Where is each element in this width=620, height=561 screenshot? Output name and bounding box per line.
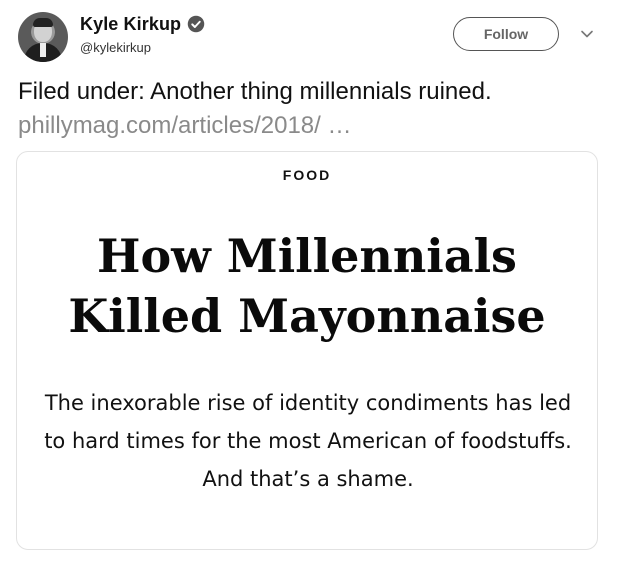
chevron-down-icon[interactable] xyxy=(580,27,594,41)
link-preview-card[interactable]: FOOD How Millennials Killed Mayonnaise T… xyxy=(16,151,598,550)
avatar-shirt xyxy=(40,43,46,57)
card-headline: How Millennials Killed Mayonnaise xyxy=(17,226,597,346)
author-handle[interactable]: @kylekirkup xyxy=(80,40,151,55)
card-headline-line2: Killed Mayonnaise xyxy=(68,289,546,343)
author-avatar[interactable] xyxy=(18,12,68,62)
tweet-link[interactable]: phillymag.com/articles/2018/ … xyxy=(18,112,351,140)
avatar-hair xyxy=(33,18,53,27)
card-headline-line1: How Millennials xyxy=(97,229,517,283)
verified-badge-icon xyxy=(187,15,205,33)
card-category: FOOD xyxy=(282,167,332,183)
tweet-text: Filed under: Another thing millennials r… xyxy=(18,78,492,105)
follow-button[interactable]: Follow xyxy=(453,17,559,51)
card-subhead: The inexorable rise of identity condimen… xyxy=(44,391,572,491)
author-name[interactable]: Kyle Kirkup xyxy=(80,14,181,35)
